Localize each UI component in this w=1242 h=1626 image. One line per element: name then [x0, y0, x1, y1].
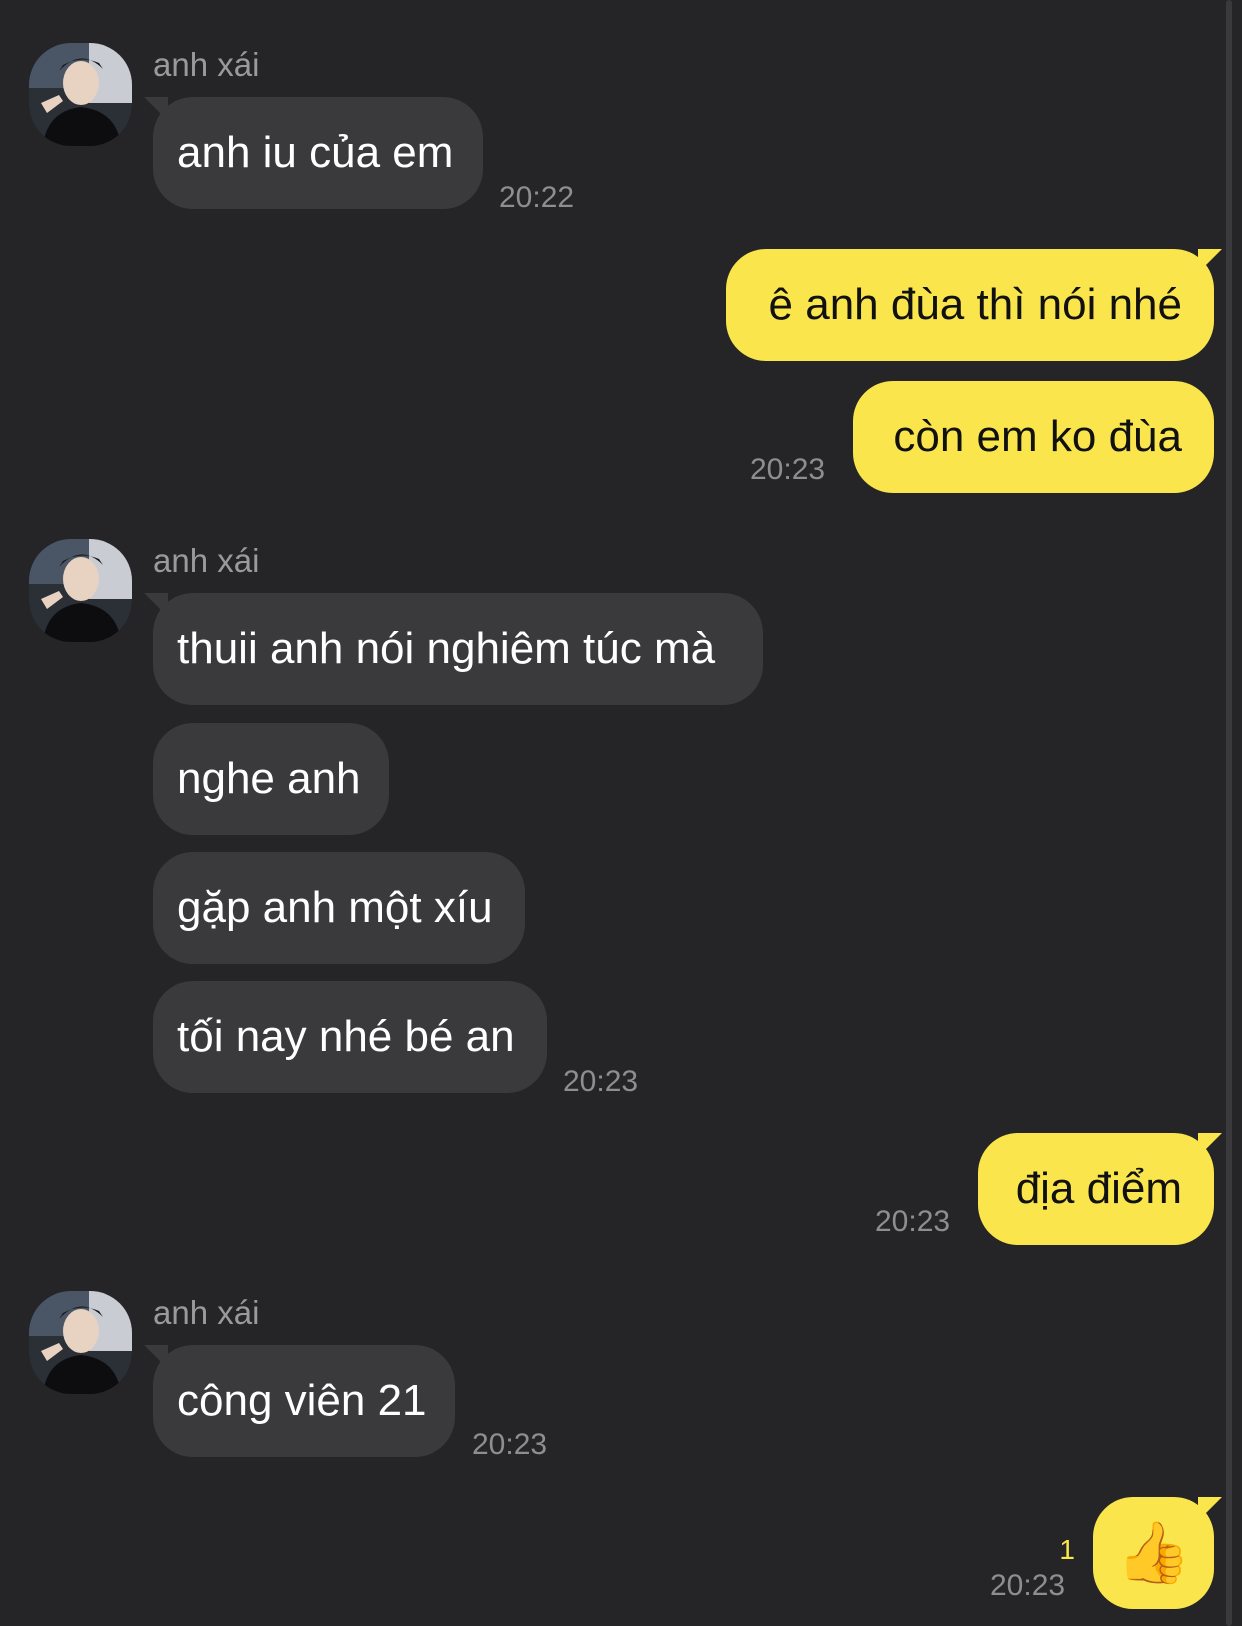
- incoming-message-bubble[interactable]: gặp anh một xíu: [153, 852, 525, 964]
- scrollbar[interactable]: [1226, 0, 1232, 1626]
- incoming-message-bubble[interactable]: công viên 21: [153, 1345, 455, 1457]
- outgoing-message-bubble[interactable]: còn em ko đùa: [853, 381, 1214, 493]
- avatar-image: [29, 539, 132, 642]
- message-text: tối nay nhé bé an: [177, 1012, 515, 1061]
- outgoing-message-bubble[interactable]: ê anh đùa thì nói nhé: [726, 249, 1214, 361]
- bubble-tail: [1198, 1133, 1222, 1157]
- contact-avatar[interactable]: [29, 1291, 132, 1394]
- chat-window: anh xái anh iu của em 20:22 ê anh đùa th…: [0, 0, 1242, 1626]
- sender-name: anh xái: [153, 1294, 260, 1331]
- message-text: anh iu của em: [177, 128, 454, 177]
- message-timestamp: 20:23: [750, 453, 826, 486]
- outgoing-emoji-bubble[interactable]: 👍: [1093, 1497, 1214, 1609]
- unread-count: 1: [1059, 1534, 1075, 1565]
- message-text: địa điểm: [1015, 1164, 1182, 1213]
- sender-name: anh xái: [153, 46, 260, 83]
- thumbs-up-icon: 👍: [1116, 1519, 1191, 1586]
- incoming-message-bubble[interactable]: anh iu của em: [153, 97, 483, 209]
- message-text: gặp anh một xíu: [177, 883, 493, 932]
- message-text: nghe anh: [177, 754, 361, 803]
- sender-name: anh xái: [153, 542, 260, 579]
- message-timestamp: 20:23: [990, 1569, 1066, 1602]
- message-text: thuii anh nói nghiêm túc mà: [177, 624, 716, 673]
- message-text: ê anh đùa thì nói nhé: [768, 280, 1182, 329]
- message-text: còn em ko đùa: [893, 412, 1182, 461]
- bubble-tail: [1198, 249, 1222, 273]
- message-timestamp: 20:23: [472, 1428, 548, 1461]
- message-text: công viên 21: [177, 1376, 427, 1425]
- message-timestamp: 20:23: [563, 1065, 639, 1098]
- avatar-image: [29, 1291, 132, 1394]
- incoming-message-bubble[interactable]: thuii anh nói nghiêm túc mà: [153, 593, 763, 705]
- avatar-image: [29, 43, 132, 146]
- message-timestamp: 20:23: [875, 1205, 951, 1238]
- incoming-message-bubble[interactable]: tối nay nhé bé an: [153, 981, 547, 1093]
- outgoing-message-bubble[interactable]: địa điểm: [978, 1133, 1214, 1245]
- incoming-message-bubble[interactable]: nghe anh: [153, 723, 389, 835]
- contact-avatar[interactable]: [29, 43, 132, 146]
- contact-avatar[interactable]: [29, 539, 132, 642]
- message-timestamp: 20:22: [499, 181, 575, 214]
